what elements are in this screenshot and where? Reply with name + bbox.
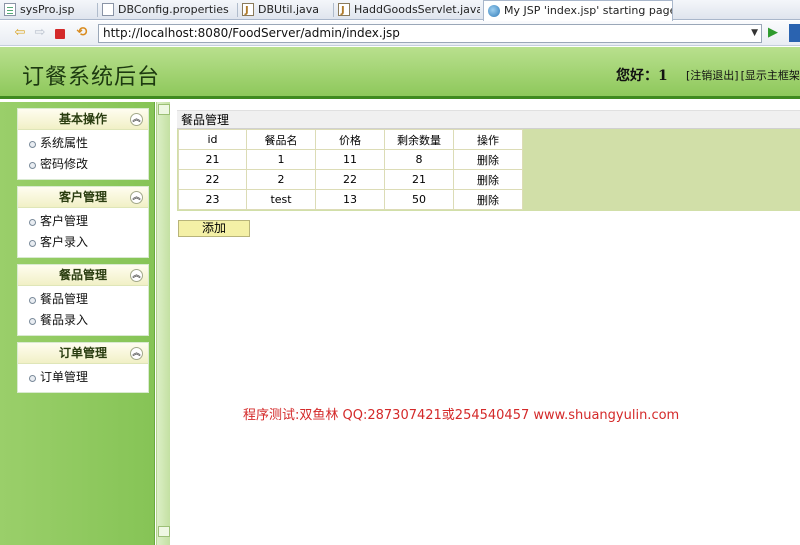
refresh-icon[interactable]: ⟲ [74,25,90,41]
sidebar: 基本操作 ︽ 系统属性 密码修改 客户管理 ︽ 客户管理 客户录入 餐品管理 ︽… [0,102,155,545]
add-goods-button[interactable]: 添加 [178,220,250,237]
tab-haddgoodsservlet-java[interactable]: HaddGoodsServlet.java [334,0,480,20]
stop-icon[interactable] [55,29,65,39]
tab-label: DBConfig.properties [118,3,229,16]
watermark-text: 程序测试:双鱼林 QQ:287307421或254540457 www.shua… [243,408,680,423]
cell-id: 21 [178,149,247,170]
go-icon[interactable]: ▶ [768,25,778,40]
cell-stock: 50 [384,189,454,210]
tab-syspro-jsp[interactable]: sysPro.jsp [0,0,96,20]
sidebar-group-basic: 基本操作 ︽ 系统属性 密码修改 [17,108,149,180]
tab-dbutil-java[interactable]: DBUtil.java [238,0,332,20]
sidebar-item-goods-manage[interactable]: 餐品管理 [18,289,148,310]
delete-link[interactable]: 删除 [453,169,523,190]
cell-id: 23 [178,189,247,210]
sidebar-item-order-manage[interactable]: 订单管理 [18,367,148,388]
sidebar-item-customer-manage[interactable]: 客户管理 [18,211,148,232]
java-file-icon [338,1,350,20]
collapse-icon[interactable]: ︽ [130,269,143,282]
tab-label: sysPro.jsp [20,3,75,16]
java-file-icon [242,1,254,20]
page-title: 订餐系统后台 [22,65,161,90]
chevron-down-icon[interactable]: ▼ [751,25,758,42]
frame-splitter[interactable] [156,102,170,545]
sidebar-group-title: 基本操作 [58,112,107,126]
goods-grid: id 餐品名 价格 剩余数量 操作 21 1 11 8 删除 22 2 22 2… [177,129,800,211]
cell-name: 1 [246,149,316,170]
cell-name: 2 [246,169,316,190]
delete-link[interactable]: 删除 [453,189,523,210]
show-main-frame-link[interactable]: [显示主框架 [741,69,800,82]
table-header-row: id 餐品名 价格 剩余数量 操作 [178,129,523,150]
cell-stock: 8 [384,149,454,170]
sidebar-group-header[interactable]: 基本操作 ︽ [18,109,148,130]
cell-name: test [246,189,316,210]
table-row: 22 2 22 21 删除 [178,169,523,190]
sidebar-group-header[interactable]: 订单管理 ︽ [18,343,148,364]
tab-label: HaddGoodsServlet.java [354,3,480,16]
sidebar-item-change-password[interactable]: 密码修改 [18,154,148,175]
column-header-stock: 剩余数量 [384,129,454,150]
main-content: 餐品管理 id 餐品名 价格 剩余数量 操作 21 1 11 8 删除 22 2… [171,102,800,545]
sidebar-item-customer-add[interactable]: 客户录入 [18,232,148,253]
sidebar-group-header[interactable]: 客户管理 ︽ [18,187,148,208]
tab-dbconfig-properties[interactable]: DBConfig.properties [98,0,236,20]
url-text: http://localhost:8080/FoodServer/admin/i… [103,26,400,40]
back-arrow-icon[interactable]: ⇦ [12,25,28,41]
page-header: 订餐系统后台 您好：1 [注销退出] [显示主框架 [0,47,800,99]
column-header-name: 餐品名 [246,129,316,150]
sidebar-group-customers: 客户管理 ︽ 客户管理 客户录入 [17,186,149,258]
column-header-action: 操作 [453,129,523,150]
collapse-icon[interactable]: ︽ [130,191,143,204]
cell-id: 22 [178,169,247,190]
sidebar-item-goods-add[interactable]: 餐品录入 [18,310,148,331]
browser-toolbar: ⇦ ⇨ ⟲ http://localhost:8080/FoodServer/a… [0,21,800,46]
splitter-up-handle[interactable] [158,104,170,115]
delete-link[interactable]: 删除 [453,149,523,170]
cell-stock: 21 [384,169,454,190]
url-bar[interactable]: http://localhost:8080/FoodServer/admin/i… [98,24,762,43]
logout-link[interactable]: [注销退出] [686,69,739,82]
tab-label: My JSP 'index.jsp' starting page [504,4,673,17]
sidebar-group-orders: 订单管理 ︽ 订单管理 [17,342,149,393]
cell-price: 22 [315,169,385,190]
goods-table: id 餐品名 价格 剩余数量 操作 21 1 11 8 删除 22 2 22 2… [178,129,523,210]
panel-title: 餐品管理 [177,110,800,129]
editor-tab-bar: sysPro.jsp DBConfig.properties DBUtil.ja… [0,0,800,21]
tab-index-jsp-preview[interactable]: My JSP 'index.jsp' starting page ✕ [483,0,673,21]
collapse-icon[interactable]: ︽ [130,113,143,126]
sidebar-item-system-properties[interactable]: 系统属性 [18,133,148,154]
jsp-file-icon [4,3,16,16]
column-header-price: 价格 [315,129,385,150]
sidebar-group-title: 订单管理 [58,346,107,360]
splitter-down-handle[interactable] [158,526,170,537]
browser-menu-icon[interactable] [789,24,800,42]
cell-price: 11 [315,149,385,170]
tab-label: DBUtil.java [258,3,320,16]
user-greeting: 您好：1 [616,68,668,84]
sidebar-group-title: 客户管理 [58,190,107,204]
properties-file-icon [102,3,114,16]
forward-arrow-icon[interactable]: ⇨ [32,25,48,41]
header-links: [注销退出] [显示主框架 [686,67,800,83]
sidebar-group-header[interactable]: 餐品管理 ︽ [18,265,148,286]
table-row: 23 test 13 50 删除 [178,189,523,210]
cell-price: 13 [315,189,385,210]
globe-icon [488,5,500,17]
table-row: 21 1 11 8 删除 [178,149,523,170]
sidebar-group-title: 餐品管理 [58,268,107,282]
collapse-icon[interactable]: ︽ [130,347,143,360]
sidebar-group-goods: 餐品管理 ︽ 餐品管理 餐品录入 [17,264,149,336]
column-header-id: id [178,129,247,150]
